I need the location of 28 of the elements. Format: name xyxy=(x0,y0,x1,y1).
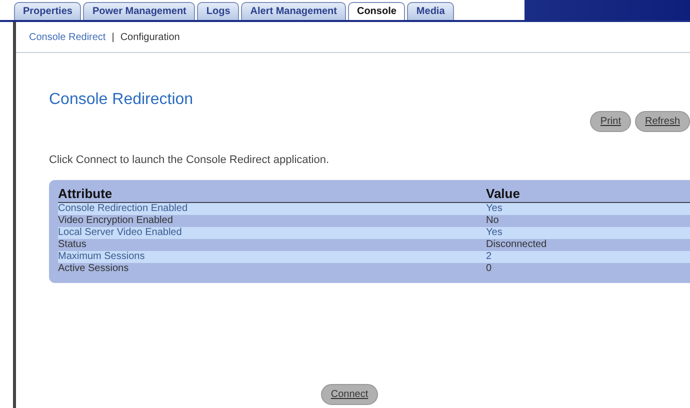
table-cell-text: Video Encryption Enabled xyxy=(58,215,174,227)
subnav-link[interactable]: Console Redirect xyxy=(29,32,106,42)
separator: | xyxy=(112,32,114,42)
tab[interactable]: Properties xyxy=(14,2,82,20)
table-cell-text: Disconnected xyxy=(486,239,548,251)
tab[interactable]: Power Management xyxy=(83,2,196,20)
table-cell-text: Console Redirection Enabled xyxy=(58,203,189,215)
table-cell-text: Yes xyxy=(486,227,504,239)
tab[interactable]: Alert Management xyxy=(241,2,346,20)
page-title: Console Redirection xyxy=(49,91,194,109)
column-header: Attribute xyxy=(58,185,114,202)
subnav-link[interactable]: Configuration xyxy=(120,32,180,42)
instruction-text: Click Connect to launch the Console Redirect application. xyxy=(49,154,330,166)
table-cell-text: 2 xyxy=(486,251,493,263)
print-button[interactable]: Print xyxy=(590,111,631,132)
table-cell-text: Status xyxy=(58,239,88,251)
tab[interactable]: Console xyxy=(348,2,406,20)
table-cell-text: Active Sessions xyxy=(58,263,130,275)
connect-button[interactable]: Connect xyxy=(320,384,378,405)
table-cell-text: Yes xyxy=(486,203,504,215)
refresh-button[interactable]: Refresh xyxy=(634,111,690,132)
table-cell-text: No xyxy=(486,215,500,227)
tab[interactable]: Logs xyxy=(197,2,240,20)
column-header: Value xyxy=(486,185,521,202)
table-cell-text: Local Server Video Enabled xyxy=(58,227,183,239)
table-cell-text: 0 xyxy=(486,263,493,275)
table-cell-text: Maximum Sessions xyxy=(58,251,146,263)
tab[interactable]: Media xyxy=(407,2,454,20)
